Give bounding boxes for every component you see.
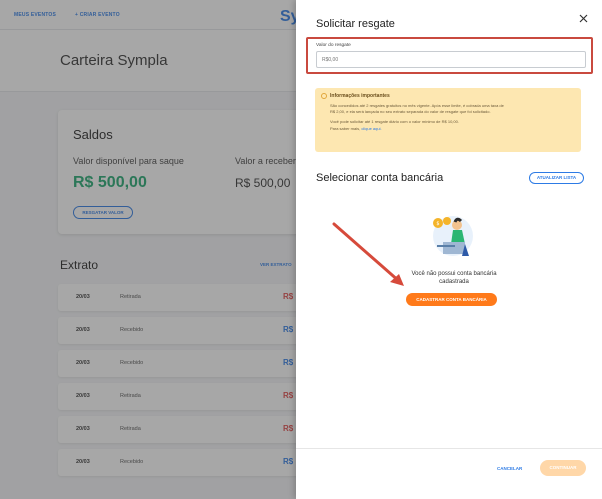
continue-button[interactable]: CONTINUAR xyxy=(540,460,586,476)
info-line: Para saber mais, clique aqui. xyxy=(330,126,382,132)
drawer-footer-divider xyxy=(296,448,602,449)
annotation-arrow xyxy=(332,222,404,286)
info-line: Você pode solicitar até 1 resgate diário… xyxy=(330,119,459,124)
withdraw-amount-input[interactable] xyxy=(316,51,586,68)
refresh-list-button[interactable]: ATUALIZAR LISTA xyxy=(529,172,584,184)
empty-state-illustration: $ xyxy=(433,216,473,256)
info-heading: Informações importantes xyxy=(330,93,390,99)
select-account-title: Selecionar conta bancária xyxy=(316,172,444,184)
info-line-prefix: Para saber mais, xyxy=(330,126,362,131)
close-icon[interactable] xyxy=(579,12,588,26)
info-box: Informações importantes São concedidos a… xyxy=(315,88,581,152)
drawer-title: Solicitar resgate xyxy=(316,18,395,30)
learn-more-link[interactable]: clique aqui. xyxy=(361,126,381,131)
page: MEUS EVENTOS + CRIAR EVENTO Sy Carteira … xyxy=(0,0,602,499)
svg-text:$: $ xyxy=(436,221,439,227)
empty-message: Você não possui conta bancária cadastrad… xyxy=(411,271,497,285)
field-label: Valor do resgate xyxy=(316,43,351,48)
cancel-button[interactable]: CANCELAR xyxy=(497,466,522,471)
info-line: R$ 2,00, e ela será lançada no seu extra… xyxy=(330,109,491,114)
register-bank-account-button[interactable]: CADASTRAR CONTA BANCÁRIA xyxy=(406,293,497,306)
info-icon xyxy=(321,93,327,99)
